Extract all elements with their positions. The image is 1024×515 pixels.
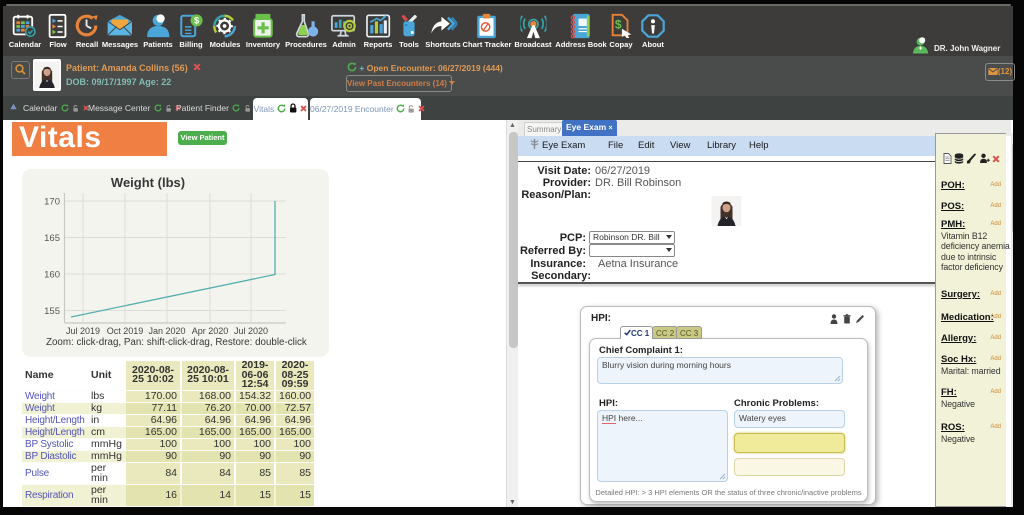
svg-text:$: $	[194, 15, 200, 25]
svg-text:Apr 2020: Apr 2020	[192, 326, 229, 336]
svg-text:Jan 2020: Jan 2020	[148, 326, 185, 336]
svg-text:165: 165	[44, 233, 60, 244]
svg-text:155: 155	[44, 306, 60, 317]
svg-text:160: 160	[44, 270, 60, 281]
svg-text:Weight (lbs): Weight (lbs)	[111, 175, 185, 190]
svg-text:Zoom: click-drag, Pan: shift-c: Zoom: click-drag, Pan: shift-click-drag,…	[46, 337, 307, 348]
svg-text:Oct 2019: Oct 2019	[107, 326, 144, 336]
svg-text:Jul 2020: Jul 2020	[234, 326, 268, 336]
svg-text:170: 170	[44, 197, 60, 208]
svg-text:$: $	[615, 18, 622, 32]
svg-text:Jul 2019: Jul 2019	[66, 326, 100, 336]
